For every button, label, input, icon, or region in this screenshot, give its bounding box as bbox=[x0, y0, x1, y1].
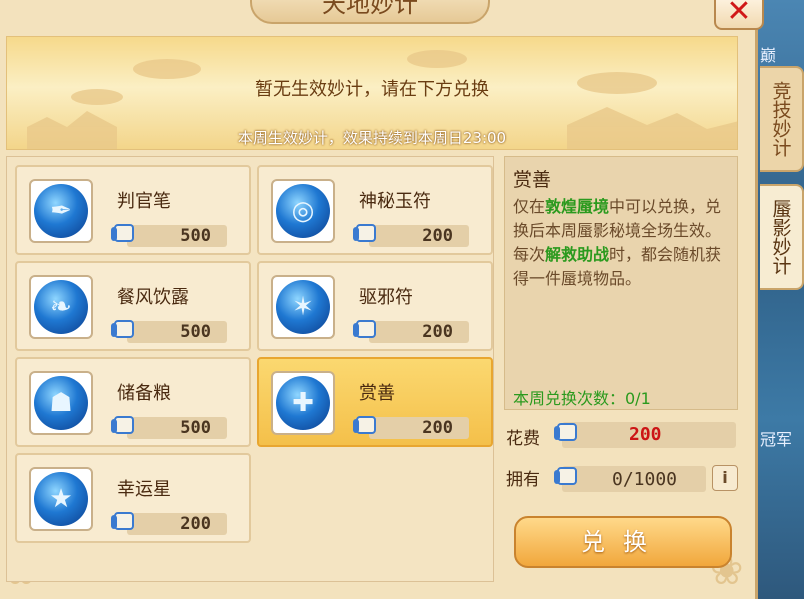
item-name: 餐风饮露 bbox=[117, 287, 189, 308]
item-card[interactable]: ◎ 神秘玉符 200 bbox=[257, 165, 493, 255]
item-price-bar: 200 bbox=[369, 321, 469, 343]
item-card[interactable]: ✶ 驱邪符 200 bbox=[257, 261, 493, 351]
tab-mirage-strategy[interactable]: 蜃影妙计 bbox=[760, 184, 804, 290]
item-price-bar: 500 bbox=[127, 321, 227, 343]
item-price: 500 bbox=[180, 322, 211, 342]
scroll-currency-icon bbox=[111, 224, 134, 242]
cost-label: 花费 bbox=[506, 429, 540, 449]
item-card[interactable]: ☗ 储备粮 500 bbox=[15, 357, 251, 447]
banner-subtitle: 本周生效妙计，效果持续到本周日23:00 bbox=[237, 129, 507, 147]
scroll-currency-icon bbox=[353, 320, 376, 338]
item-name: 神秘玉符 bbox=[359, 191, 431, 212]
item-card[interactable]: ✒ 判官笔 500 bbox=[15, 165, 251, 255]
detail-text: 仅在 bbox=[513, 197, 546, 216]
item-icon-frame: ❧ bbox=[29, 275, 93, 339]
item-icon-frame: ★ bbox=[29, 467, 93, 531]
item-icon-frame: ☗ bbox=[29, 371, 93, 435]
close-icon: ✕ bbox=[726, 0, 752, 29]
item-price: 500 bbox=[180, 418, 211, 438]
brush-icon: ✒ bbox=[34, 184, 88, 238]
scroll-currency-icon bbox=[353, 224, 376, 242]
lucky-star-icon: ★ bbox=[34, 472, 88, 526]
background-text: 冠军 bbox=[760, 430, 793, 449]
item-price-bar: 200 bbox=[127, 513, 227, 535]
scroll-charm-icon: ✶ bbox=[276, 280, 330, 334]
item-card[interactable]: ✚ 赏善 200 bbox=[257, 357, 493, 447]
scroll-currency-icon bbox=[353, 416, 376, 434]
status-banner: 暂无生效妙计，请在下方兑换 本周生效妙计，效果持续到本周日23:00 bbox=[6, 36, 738, 150]
scroll-currency-icon bbox=[111, 512, 134, 530]
item-price: 200 bbox=[180, 514, 211, 534]
close-button[interactable]: ✕ bbox=[714, 0, 764, 30]
item-price: 500 bbox=[180, 226, 211, 246]
item-name: 判官笔 bbox=[117, 191, 171, 212]
detail-description: 仅在敦煌蜃境中可以兑换，兑换后本周蜃影秘境全场生效。每次解救助战时，都会随机获得… bbox=[513, 195, 731, 291]
item-price-bar: 200 bbox=[369, 417, 469, 439]
detail-highlight: 解救助战 bbox=[545, 245, 610, 264]
scroll-currency-icon bbox=[554, 423, 577, 441]
own-label: 拥有 bbox=[506, 470, 540, 490]
exchange-panel: ❀ ❀ 天地妙计 暂无生效妙计，请在下方兑换 本周生效妙计，效果持续到本周日23… bbox=[0, 0, 758, 599]
item-price: 200 bbox=[422, 418, 453, 438]
background-text: 巅 bbox=[760, 46, 777, 65]
panel-title: 天地妙计 bbox=[250, 0, 490, 24]
item-card[interactable]: ★ 幸运星 200 bbox=[15, 453, 251, 543]
item-price-bar: 200 bbox=[369, 225, 469, 247]
cost-value: 200 bbox=[629, 424, 662, 445]
leaf-icon: ❧ bbox=[34, 280, 88, 334]
jade-talisman-icon: ◎ bbox=[276, 184, 330, 238]
item-price-bar: 500 bbox=[127, 225, 227, 247]
banner-message: 暂无生效妙计，请在下方兑换 bbox=[255, 79, 489, 100]
scroll-currency-icon bbox=[111, 320, 134, 338]
item-card[interactable]: ❧ 餐风饮露 500 bbox=[15, 261, 251, 351]
grain-bag-icon: ☗ bbox=[34, 376, 88, 430]
item-icon-frame: ◎ bbox=[271, 179, 335, 243]
detail-highlight: 敦煌蜃境 bbox=[545, 197, 610, 216]
exchange-button[interactable]: 兑换 bbox=[514, 516, 732, 568]
scroll-currency-icon bbox=[554, 467, 577, 485]
weekly-exchange-count: 本周兑换次数：0/1 bbox=[513, 389, 651, 408]
item-name: 驱邪符 bbox=[359, 287, 413, 308]
item-grid: ✒ 判官笔 500 ◎ 神秘玉符 200 ❧ 餐风饮露 500 ✶ 驱邪符 200 ☗ 储备粮 500 ✚ 赏善… bbox=[6, 156, 494, 582]
item-price: 200 bbox=[422, 322, 453, 342]
own-value: 0/1000 bbox=[612, 469, 678, 490]
item-price: 200 bbox=[422, 226, 453, 246]
detail-title: 赏善 bbox=[513, 169, 552, 191]
item-icon-frame: ✚ bbox=[271, 371, 335, 435]
item-name: 赏善 bbox=[359, 383, 395, 404]
item-icon-frame: ✒ bbox=[29, 179, 93, 243]
item-icon-frame: ✶ bbox=[271, 275, 335, 339]
item-price-bar: 500 bbox=[127, 417, 227, 439]
item-name: 储备粮 bbox=[117, 383, 171, 404]
tab-arena-strategy[interactable]: 竞技妙计 bbox=[760, 66, 804, 172]
info-button[interactable]: i bbox=[712, 465, 738, 491]
item-name: 幸运星 bbox=[117, 479, 171, 500]
gift-box-icon: ✚ bbox=[276, 376, 330, 430]
scroll-currency-icon bbox=[111, 416, 134, 434]
item-detail-panel: 赏善 仅在敦煌蜃境中可以兑换，兑换后本周蜃影秘境全场生效。每次解救助战时，都会随… bbox=[504, 156, 738, 410]
